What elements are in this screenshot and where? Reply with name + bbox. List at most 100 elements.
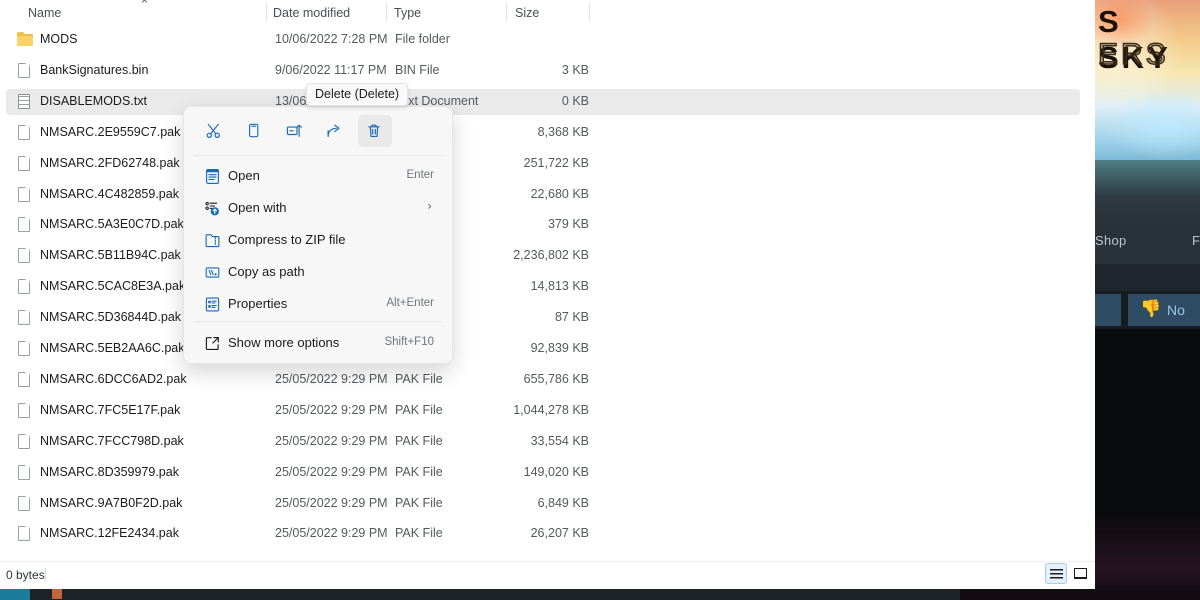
status-selection-size: 0 bytes bbox=[6, 568, 45, 582]
table-row[interactable]: NMSARC.7FCC798D.pak 25/05/2022 9:29 PM PAK… bbox=[6, 429, 1080, 455]
open-with-icon bbox=[204, 200, 221, 217]
table-row[interactable]: MODS 10/06/2022 7:28 PM File folder bbox=[6, 27, 1080, 53]
column-header-date-modified[interactable]: Date modified bbox=[273, 6, 350, 20]
large-icons-view-button[interactable] bbox=[1070, 563, 1092, 584]
menu-item-show-more-options[interactable]: Show more options Shift+F10 bbox=[188, 327, 448, 359]
file-icon-glyph bbox=[18, 433, 30, 449]
cell-file-name: NMSARC.9A7B0F2D.pak bbox=[40, 495, 183, 510]
banner-glow-bottom bbox=[1105, 90, 1200, 160]
cell-file-name: NMSARC.5D36844D.pak bbox=[40, 310, 182, 325]
large-icons-view-icon bbox=[1073, 568, 1087, 579]
column-header-type[interactable]: Type bbox=[394, 6, 421, 20]
menu-item-label: Open bbox=[228, 168, 260, 183]
menu-item-properties[interactable]: Properties Alt+Enter bbox=[188, 288, 448, 320]
banner-title-line2: ERS bbox=[1097, 37, 1169, 72]
file-icon-glyph bbox=[18, 341, 30, 356]
table-row[interactable]: BankSignatures.bin 9/06/2022 11:17 PM BIN … bbox=[6, 58, 1080, 84]
text-document-icon-glyph bbox=[18, 93, 30, 109]
cell-file-name: BankSignatures.bin bbox=[40, 62, 149, 77]
cell-type: File folder bbox=[395, 32, 450, 46]
table-row[interactable]: DISABLEMODS.txt13/06/2022 8:45 PMText Do… bbox=[6, 88, 1080, 115]
cell-file-name: NMSARC.12FE2434.pak bbox=[40, 526, 179, 541]
column-divider-name[interactable] bbox=[266, 3, 267, 21]
file-icon-glyph bbox=[18, 371, 30, 387]
cell-file-name: MODS bbox=[40, 32, 78, 46]
file-icon bbox=[18, 341, 32, 357]
table-row[interactable]: NMSARC.6DCC6AD2.pak 25/05/2022 9:29 PM PAK… bbox=[6, 367, 1080, 393]
menu-item-compress-to-zip-file[interactable]: Compress to ZIP file bbox=[188, 224, 448, 256]
table-row[interactable]: NMSARC.2E9559C7.pak25/05/2022 9:29 PMPAK… bbox=[6, 120, 1080, 146]
table-row[interactable]: NMSARC.4C482859.pak25/05/2022 9:29 PMPAK… bbox=[6, 182, 1080, 208]
steam-vote-no-label: No bbox=[1167, 302, 1185, 318]
status-bar: 0 bytes bbox=[0, 561, 1095, 589]
cell-size: 3 KB bbox=[561, 62, 589, 77]
table-row[interactable]: NMSARC.9A7B0F2D.pak 25/05/2022 9:29 PM PAK… bbox=[6, 491, 1080, 517]
cell-file-name: NMSARC.5CAC8E3A.pak bbox=[40, 279, 186, 294]
cut-button[interactable] bbox=[198, 115, 232, 147]
cell-date-modified: 10/06/2022 7:28 PM bbox=[275, 32, 388, 46]
menu-item-open-with[interactable]: Open with › bbox=[188, 192, 448, 224]
cell-file-name: DISABLEMODS.txt bbox=[40, 93, 147, 108]
file-list: MODS 10/06/2022 7:28 PM File folder BankSig… bbox=[0, 26, 1080, 561]
properties-icon bbox=[204, 296, 221, 313]
file-icon-glyph bbox=[18, 155, 30, 171]
delete-tooltip: Delete (Delete) bbox=[306, 83, 409, 106]
table-row[interactable]: NMSARC.5A3E0C7D.pak25/05/2022 9:29 PMPAK… bbox=[6, 212, 1080, 238]
file-icon-glyph bbox=[18, 186, 30, 202]
menu-item-shortcut: Enter bbox=[406, 169, 435, 181]
menu-item-shortcut: Shift+F10 bbox=[384, 336, 434, 348]
column-header-name[interactable]: Name bbox=[28, 6, 61, 20]
copy-button[interactable] bbox=[238, 115, 272, 147]
delete-button[interactable] bbox=[358, 115, 392, 147]
table-row[interactable]: NMSARC.5EB2AA6C.pak25/05/2022 9:29 PMPAK… bbox=[6, 336, 1080, 362]
table-row[interactable]: NMSARC.5CAC8E3A.pak25/05/2022 9:29 PMPAK… bbox=[6, 274, 1080, 300]
file-icon-glyph bbox=[18, 526, 30, 542]
folder-icon bbox=[17, 31, 33, 48]
table-row[interactable]: NMSARC.12FE2434.pak 25/05/2022 9:29 PM PAK… bbox=[6, 521, 1080, 547]
cell-date-modified: 25/05/2022 9:29 PM bbox=[275, 402, 388, 417]
rename-button[interactable] bbox=[278, 115, 312, 147]
steam-vote-no-button[interactable] bbox=[1128, 294, 1200, 326]
steam-nav-shop[interactable]: Shop bbox=[1095, 233, 1127, 248]
table-row[interactable]: NMSARC.5B11B94C.pak25/05/2022 9:29 PMPAK… bbox=[6, 243, 1080, 269]
column-header-size[interactable]: Size bbox=[515, 6, 539, 20]
vertical-scrollbar-track[interactable] bbox=[1082, 0, 1094, 560]
cell-file-name: NMSARC.2FD62748.pak bbox=[40, 155, 180, 170]
file-icon-glyph bbox=[18, 217, 30, 233]
file-icon-glyph bbox=[18, 62, 30, 78]
file-icon bbox=[18, 402, 32, 419]
file-icon bbox=[18, 62, 32, 79]
file-icon bbox=[18, 155, 32, 172]
context-menu-icon-bar bbox=[184, 107, 452, 155]
cell-date-modified: 25/05/2022 9:29 PM bbox=[275, 371, 388, 386]
table-row[interactable]: NMSARC.7FC5E17F.pak 25/05/2022 9:29 PM PAK… bbox=[6, 398, 1080, 424]
cell-size: 33,554 KB bbox=[530, 433, 589, 448]
menu-item-shortcut: Alt+Enter bbox=[386, 297, 434, 309]
file-icon-glyph bbox=[18, 248, 30, 264]
details-view-icon bbox=[1050, 569, 1063, 579]
status-divider bbox=[45, 568, 46, 581]
cell-date-modified: 25/05/2022 9:29 PM bbox=[275, 433, 388, 448]
cell-file-name: NMSARC.5EB2AA6C.pak bbox=[40, 341, 185, 355]
table-row[interactable]: NMSARC.2FD62748.pak25/05/2022 9:29 PMPAK… bbox=[6, 151, 1080, 177]
sort-ascending-icon[interactable]: ⌃ bbox=[139, 0, 150, 13]
menu-item-open[interactable]: Open Enter bbox=[188, 160, 448, 192]
steam-nav-next[interactable]: F bbox=[1192, 233, 1200, 248]
column-divider-type[interactable] bbox=[506, 3, 507, 21]
cell-date-modified: 25/05/2022 9:29 PM bbox=[275, 495, 388, 510]
cell-file-name: NMSARC.8D359979.pak bbox=[40, 464, 179, 479]
context-menu: Open Enter Open with › Compress to ZIP file C… bbox=[183, 106, 453, 364]
column-divider-date[interactable] bbox=[386, 3, 387, 21]
taskbar-app-icon[interactable] bbox=[52, 588, 62, 599]
cell-file-name: NMSARC.7FC5E17F.pak bbox=[40, 402, 181, 417]
file-icon-glyph bbox=[18, 124, 30, 140]
details-view-button[interactable] bbox=[1045, 563, 1067, 584]
column-divider-size[interactable] bbox=[589, 3, 590, 21]
cell-date-modified: 25/05/2022 9:29 PM bbox=[275, 464, 388, 479]
cell-file-name: NMSARC.2E9559C7.pak bbox=[40, 124, 181, 139]
table-row[interactable]: NMSARC.8D359979.pak 25/05/2022 9:29 PM PAK… bbox=[6, 460, 1080, 486]
table-row[interactable]: NMSARC.5D36844D.pak25/05/2022 9:29 PMPAK… bbox=[6, 305, 1080, 331]
menu-item-copy-as-path[interactable]: Copy as path bbox=[188, 256, 448, 288]
share-button[interactable] bbox=[318, 115, 352, 147]
file-icon bbox=[18, 186, 32, 203]
